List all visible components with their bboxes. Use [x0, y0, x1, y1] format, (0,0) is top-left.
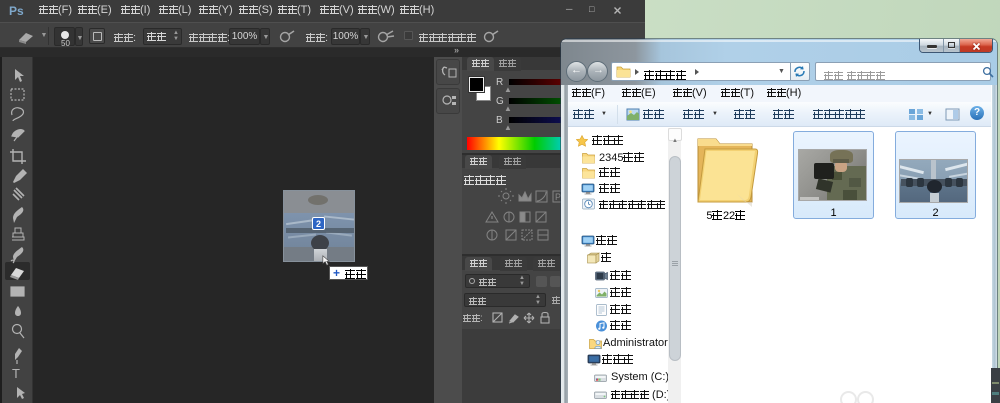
svg-text:T: T — [12, 366, 20, 381]
